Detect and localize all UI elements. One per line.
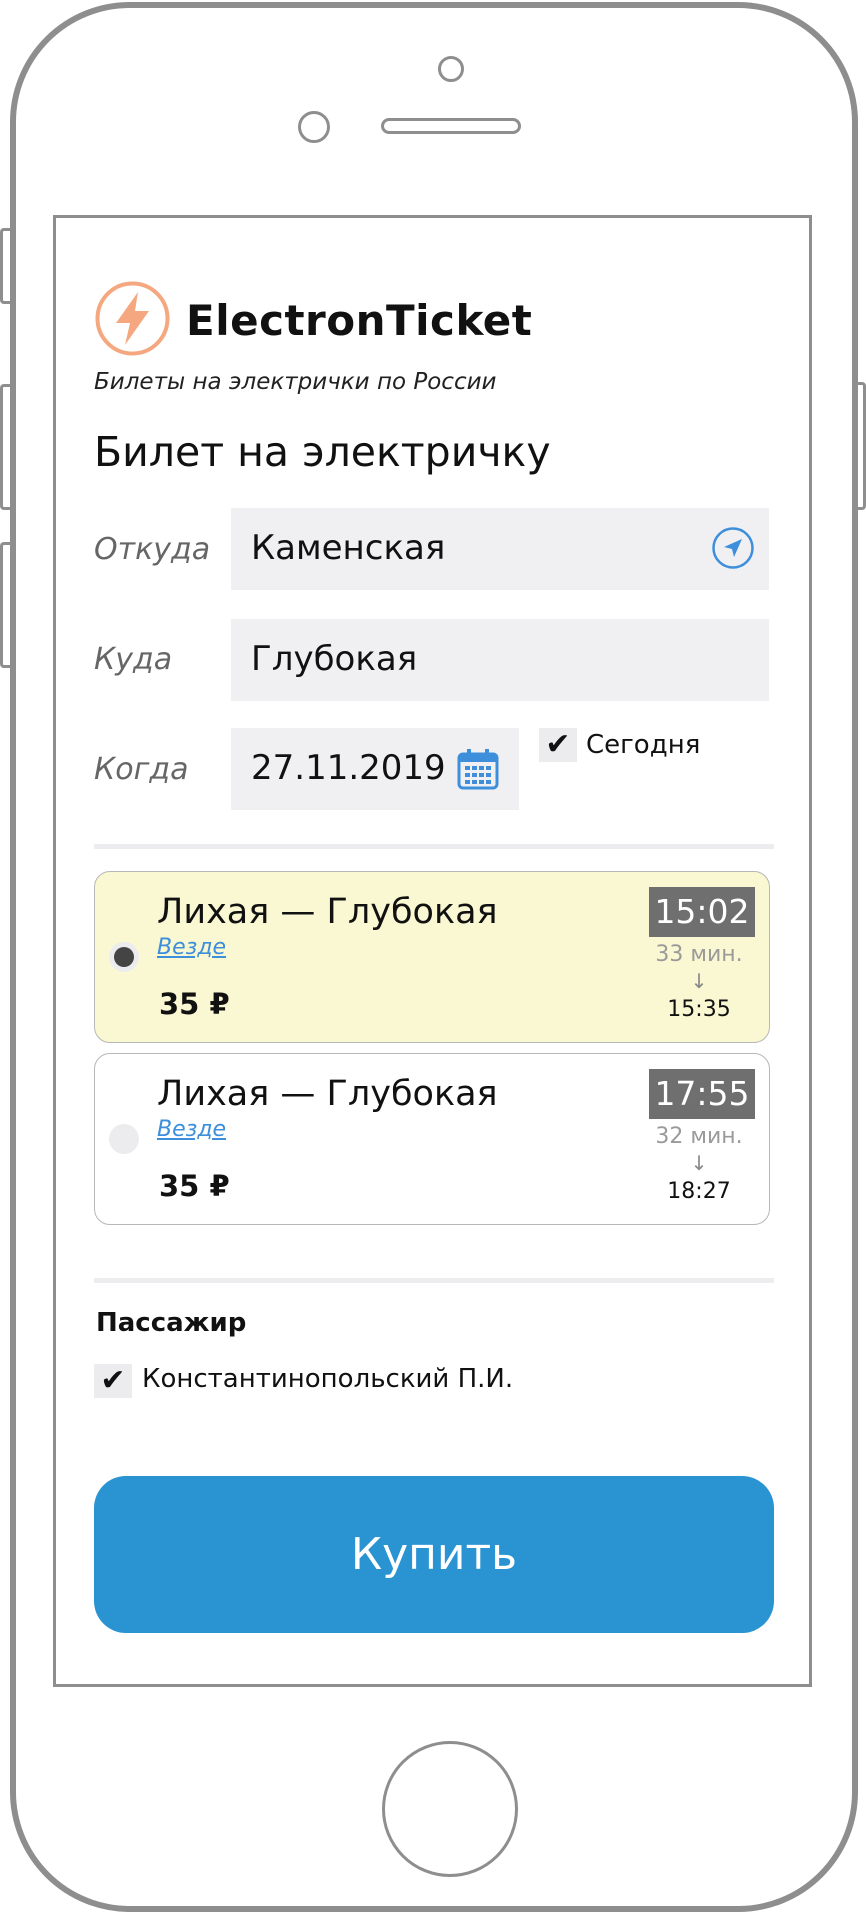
calendar-icon[interactable] [457,748,499,790]
arrow-down-icon: ↓ [690,969,708,993]
today-checkbox[interactable]: ✔ [539,728,577,762]
buy-button[interactable]: Купить [94,1476,774,1633]
today-label: Сегодня [586,730,701,760]
home-button[interactable] [382,1741,518,1877]
app-tagline: Билеты на электрички по России [94,369,497,395]
arrival-time: 18:27 [667,1179,731,1204]
trip-duration: 32 мин. [655,1124,743,1149]
to-label: Куда [94,642,173,677]
when-label: Когда [94,752,189,787]
trip-card[interactable]: Лихая — Глубокая Везде 35 ₽ 15:02 33 мин… [94,871,770,1043]
volume-up-button [0,384,10,510]
location-arrow-icon[interactable] [711,526,755,570]
arrow-down-icon: ↓ [690,1151,708,1175]
trip-price: 35 ₽ [159,987,230,1021]
trip-route: Лихая — Глубокая [157,892,498,932]
volume-down-button [0,542,10,668]
divider [94,844,774,849]
trip-card[interactable]: Лихая — Глубокая Везде 35 ₽ 17:55 32 мин… [94,1053,770,1225]
arrival-time: 15:35 [667,997,731,1022]
front-camera [438,56,464,82]
from-field[interactable]: Каменская [231,508,769,590]
to-field[interactable]: Глубокая [231,619,769,701]
mute-switch [0,228,10,304]
passenger-title: Пассажир [96,1308,247,1338]
trip-radio[interactable] [109,942,139,972]
radio-selected-dot [114,947,134,967]
app-screen: ElectronTicket Билеты на электрички по Р… [53,215,812,1687]
proximity-sensor [298,111,330,143]
departure-time: 17:55 [649,1069,755,1119]
app-name: ElectronTicket [186,296,533,345]
earpiece-speaker [381,118,521,134]
passenger-checkbox[interactable]: ✔ [94,1364,132,1398]
trip-price: 35 ₽ [159,1169,230,1203]
from-value: Каменская [251,528,446,568]
date-field[interactable]: 27.11.2019 [231,728,519,810]
trip-radio[interactable] [109,1124,139,1154]
trip-stops-link[interactable]: Везде [157,935,226,960]
page-title: Билет на электричку [94,428,551,476]
divider [94,1278,774,1283]
trip-stops-link[interactable]: Везде [157,1117,226,1142]
passenger-name: Константинопольский П.И. [142,1364,514,1394]
departure-time: 15:02 [649,887,755,937]
from-label: Откуда [94,532,211,567]
to-value: Глубокая [251,639,418,679]
trip-duration: 33 мин. [655,942,743,967]
date-value: 27.11.2019 [251,748,446,788]
lightning-bolt-icon [95,281,170,356]
trip-route: Лихая — Глубокая [157,1074,498,1114]
